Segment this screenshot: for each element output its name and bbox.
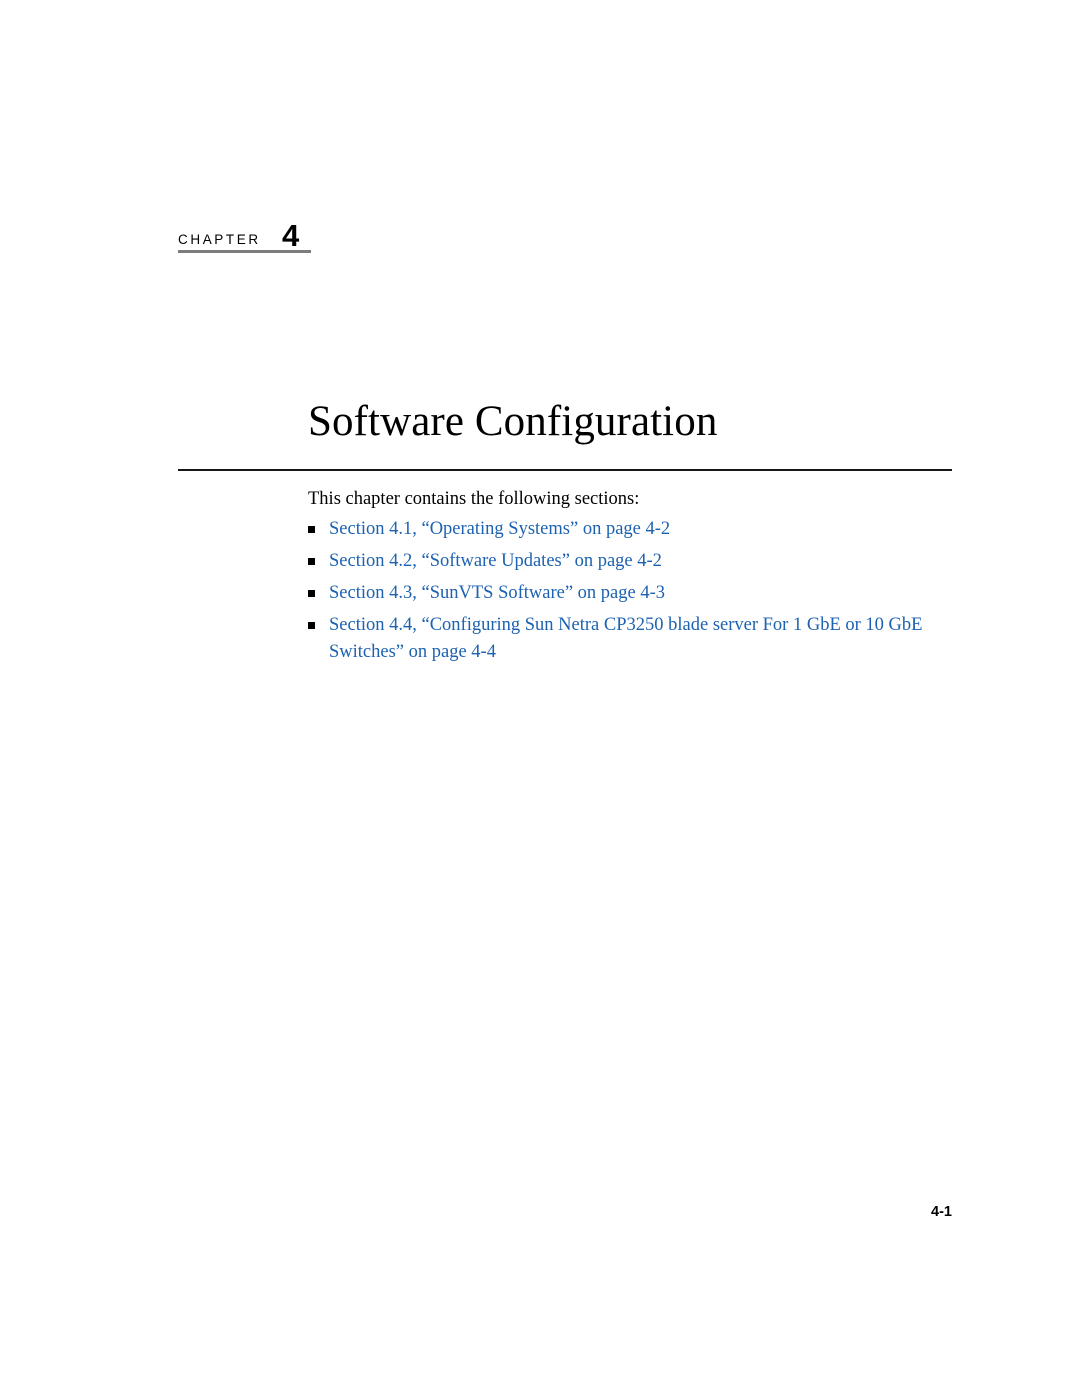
chapter-header: CHAPTER 4: [178, 212, 438, 254]
list-item: Section 4.2, “Software Updates” on page …: [308, 548, 968, 575]
title-divider-rule: [178, 469, 952, 471]
section-link-4-4[interactable]: Section 4.4, “Configuring Sun Netra CP32…: [329, 612, 968, 666]
section-link-4-3[interactable]: Section 4.3, “SunVTS Software” on page 4…: [329, 580, 968, 607]
chapter-content: This chapter contains the following sect…: [308, 487, 968, 671]
list-item: Section 4.4, “Configuring Sun Netra CP32…: [308, 612, 968, 666]
chapter-number: 4: [282, 218, 300, 253]
list-item: Section 4.1, “Operating Systems” on page…: [308, 516, 968, 543]
chapter-header-rule: [178, 250, 311, 253]
document-page: CHAPTER 4 Software Configuration This ch…: [0, 0, 1080, 1397]
page-title: Software Configuration: [308, 397, 718, 445]
square-bullet-icon: [308, 526, 315, 533]
square-bullet-icon: [308, 590, 315, 597]
square-bullet-icon: [308, 558, 315, 565]
footer-page-number: 4-1: [931, 1204, 952, 1220]
chapter-label: CHAPTER: [178, 231, 261, 247]
intro-paragraph: This chapter contains the following sect…: [308, 489, 640, 509]
section-list: Section 4.1, “Operating Systems” on page…: [308, 516, 968, 666]
section-link-4-2[interactable]: Section 4.2, “Software Updates” on page …: [329, 548, 968, 575]
list-item: Section 4.3, “SunVTS Software” on page 4…: [308, 580, 968, 607]
square-bullet-icon: [308, 622, 315, 629]
section-link-4-1[interactable]: Section 4.1, “Operating Systems” on page…: [329, 516, 968, 543]
